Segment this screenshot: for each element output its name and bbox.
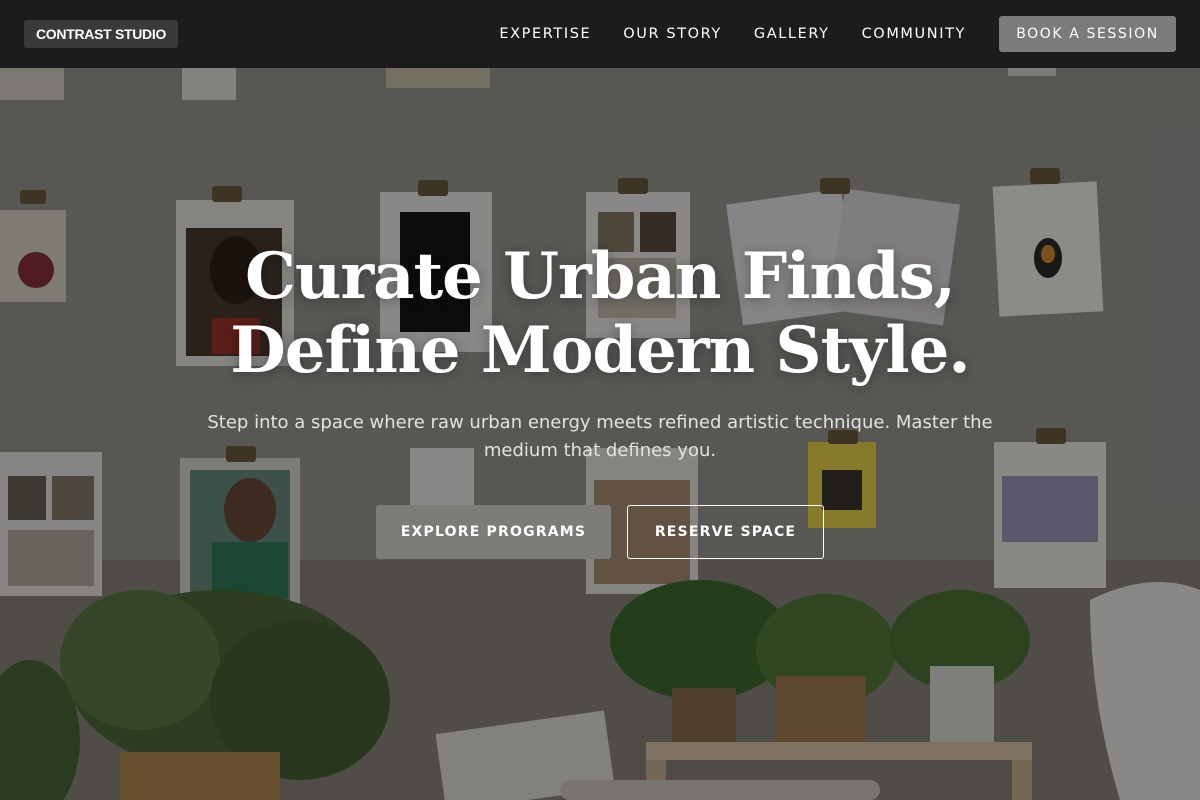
hero-subtext: Step into a space where raw urban energy… [207,412,993,461]
nav-link-gallery[interactable]: GALLERY [754,26,830,42]
site-logo[interactable]: CONTRAST STUDIO [24,20,179,48]
nav-link-our-story[interactable]: OUR STORY [623,26,722,42]
nav-link-community[interactable]: COMMUNITY [862,26,966,42]
reserve-space-button[interactable]: RESERVE SPACE [627,505,824,559]
nav-link-expertise[interactable]: EXPERTISE [499,26,591,42]
hero-background-image [0,0,1200,800]
nav-links: EXPERTISE OUR STORY GALLERY COMMUNITY [499,26,966,42]
top-navigation: CONTRAST STUDIO EXPERTISE OUR STORY GALL… [0,0,1200,68]
explore-programs-button[interactable]: EXPLORE PROGRAMS [376,505,611,559]
hero-headline: Curate Urban Finds, Define Modern Style. [0,240,1200,388]
book-session-button[interactable]: BOOK A SESSION [999,16,1176,52]
headline-line-2: Define Modern Style. [230,313,970,388]
hero-dark-overlay [0,0,1200,800]
headline-line-1: Curate Urban Finds, [244,239,956,314]
